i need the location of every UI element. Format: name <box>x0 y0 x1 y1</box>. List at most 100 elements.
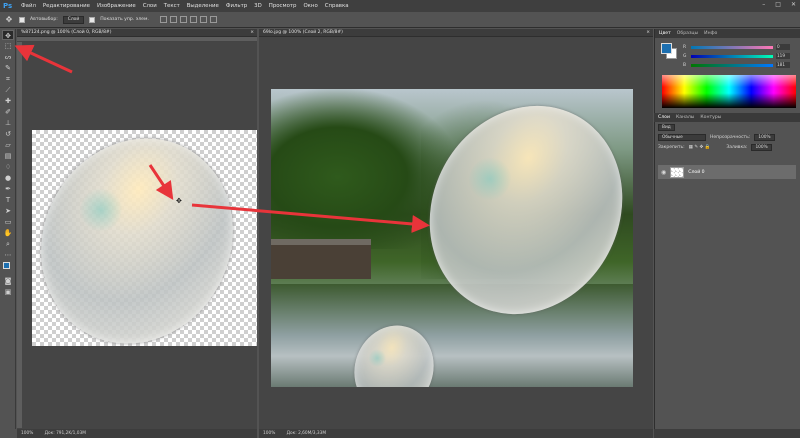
menu-edit[interactable]: Редактирование <box>43 3 90 9</box>
auto-select-dropdown[interactable]: Слой <box>62 15 85 24</box>
boathouse <box>271 239 371 279</box>
foreground-color-swatch[interactable] <box>661 43 672 54</box>
zoom-level[interactable]: 100% <box>263 431 275 436</box>
slider-r-label: R <box>683 44 687 50</box>
slider-g-label: G <box>683 53 687 59</box>
slider-g[interactable]: G 119 <box>683 53 795 59</box>
menu-filter[interactable]: Фильтр <box>226 3 247 9</box>
lock-icons[interactable]: ▦ ✎ ✥ 🔒 <box>689 145 711 150</box>
tab-color[interactable]: Цвет <box>659 31 671 36</box>
hand-tool-icon[interactable]: ✋ <box>2 228 14 238</box>
opacity-value[interactable]: 100% <box>754 133 775 141</box>
menu-file[interactable]: Файл <box>21 3 36 9</box>
slider-r[interactable]: R 0 <box>683 44 795 50</box>
layer-thumbnail <box>670 166 685 178</box>
window-controls: – □ ✕ <box>762 1 796 8</box>
tab-close-icon[interactable]: × <box>646 29 650 37</box>
shape-tool-icon[interactable]: ▭ <box>2 217 14 227</box>
horizontal-ruler <box>17 37 257 42</box>
tab-paths[interactable]: Контуры <box>700 115 721 120</box>
layer-filter-dropdown[interactable]: Вид <box>658 123 675 131</box>
zoom-tool-icon[interactable]: ⌕ <box>2 239 14 249</box>
transparent-canvas[interactable] <box>17 104 257 378</box>
layer-row[interactable]: ◉ Слой 0 <box>658 165 796 179</box>
lake-photo[interactable] <box>271 89 633 387</box>
align-center-icon[interactable] <box>199 16 207 23</box>
menu-help[interactable]: Справка <box>325 3 349 9</box>
blend-mode-dropdown[interactable]: Обычные <box>658 133 706 141</box>
align-left-icon[interactable] <box>189 16 197 23</box>
layers-panel: Слои Каналы Контуры Вид Обычные Непрозра… <box>654 113 800 433</box>
quick-mask-icon[interactable]: ◙ <box>2 276 14 286</box>
lasso-tool-icon[interactable]: ᔕ <box>2 52 14 62</box>
tab-layers[interactable]: Слои <box>658 115 670 120</box>
maximize-icon[interactable]: □ <box>775 1 781 8</box>
layers-panel-tabs: Слои Каналы Контуры <box>654 113 800 122</box>
slider-r-track[interactable] <box>691 45 773 49</box>
move-tool-icon[interactable]: ✥ <box>4 15 14 25</box>
align-top-icon[interactable] <box>159 16 167 23</box>
tools-panel: ✥ ⬚ ᔕ ✎ ⌗ ⟋ ✚ ✐ ⊥ ↺ ▱ ▤ ♢ ● ✒ T ➤ ▭ ✋ ⌕ … <box>0 29 16 429</box>
move-tool-icon[interactable]: ✥ <box>2 30 14 40</box>
align-bottom-icon[interactable] <box>179 16 187 23</box>
menu-3d[interactable]: 3D <box>254 3 262 9</box>
document-tab-1[interactable]: %87124.png @ 100% (Слой 0, RGB/8#) × <box>17 29 257 37</box>
brush-tool-icon[interactable]: ✐ <box>2 107 14 117</box>
type-tool-icon[interactable]: T <box>2 195 14 205</box>
slider-g-value[interactable]: 119 <box>776 53 790 59</box>
minimize-icon[interactable]: – <box>762 1 765 8</box>
zoom-level[interactable]: 100% <box>21 431 33 436</box>
slider-r-value[interactable]: 0 <box>776 44 790 50</box>
screen-mode-icon[interactable]: ▣ <box>2 287 14 297</box>
tab-info[interactable]: Инфо <box>704 31 717 36</box>
slider-g-track[interactable] <box>691 54 773 58</box>
document-tab-2[interactable]: 69lo.jpg @ 100% (Слой 2, RGB/8#) × <box>259 29 653 37</box>
menu-image[interactable]: Изображение <box>97 3 136 9</box>
fill-value[interactable]: 100% <box>751 143 772 151</box>
tab-swatches[interactable]: Образцы <box>677 31 698 36</box>
slider-b-track[interactable] <box>691 63 773 67</box>
document-window-2: 69lo.jpg @ 100% (Слой 2, RGB/8#) × 100% … <box>259 29 653 438</box>
eraser-tool-icon[interactable]: ▱ <box>2 140 14 150</box>
slider-b[interactable]: B 181 <box>683 62 795 68</box>
auto-select-checkbox[interactable] <box>19 16 25 23</box>
tab-channels[interactable]: Каналы <box>676 115 694 120</box>
status-bar: 100% Док: 791,2K/1,03M <box>17 429 257 438</box>
show-transform-checkbox[interactable] <box>89 16 96 23</box>
eye-icon[interactable]: ◉ <box>661 169 666 176</box>
menu-window[interactable]: Окно <box>303 3 317 9</box>
align-middle-icon[interactable] <box>169 16 177 23</box>
healing-tool-icon[interactable]: ✚ <box>2 96 14 106</box>
opacity-label: Непрозрачность: <box>710 134 751 140</box>
align-right-icon[interactable] <box>209 16 217 23</box>
menu-view[interactable]: Просмотр <box>269 3 297 9</box>
path-select-tool-icon[interactable]: ➤ <box>2 206 14 216</box>
eyedropper-tool-icon[interactable]: ⟋ <box>2 85 14 95</box>
history-brush-tool-icon[interactable]: ↺ <box>2 129 14 139</box>
blend-row: Обычные Непрозрачность: 100% <box>654 132 800 142</box>
dodge-tool-icon[interactable]: ● <box>2 173 14 183</box>
slider-b-value[interactable]: 181 <box>776 62 790 68</box>
blur-tool-icon[interactable]: ♢ <box>2 162 14 172</box>
gradient-tool-icon[interactable]: ▤ <box>2 151 14 161</box>
align-buttons <box>159 16 217 23</box>
menu-type[interactable]: Текст <box>164 3 180 9</box>
crop-tool-icon[interactable]: ⌗ <box>2 74 14 84</box>
swap-colors-icon[interactable] <box>2 261 14 275</box>
menu-select[interactable]: Выделение <box>187 3 219 9</box>
lake-water <box>271 284 633 387</box>
marquee-tool-icon[interactable]: ⬚ <box>2 41 14 51</box>
quick-select-tool-icon[interactable]: ✎ <box>2 63 14 73</box>
bubble-image[interactable] <box>17 104 257 378</box>
menu-layers[interactable]: Слои <box>143 3 157 9</box>
slider-b-label: B <box>683 62 687 68</box>
pen-tool-icon[interactable]: ✒ <box>2 184 14 194</box>
stamp-tool-icon[interactable]: ⊥ <box>2 118 14 128</box>
layer-name[interactable]: Слой 0 <box>688 170 704 175</box>
tab-close-icon[interactable]: × <box>250 29 254 37</box>
document-size: Док: 791,2K/1,03M <box>44 431 86 436</box>
more-tools-icon[interactable]: ⋯ <box>2 250 14 260</box>
color-panel-tabs: Цвет Образцы Инфо <box>655 29 800 38</box>
photoshop-logo-icon: Ps <box>3 2 13 10</box>
close-icon[interactable]: ✕ <box>791 1 796 8</box>
